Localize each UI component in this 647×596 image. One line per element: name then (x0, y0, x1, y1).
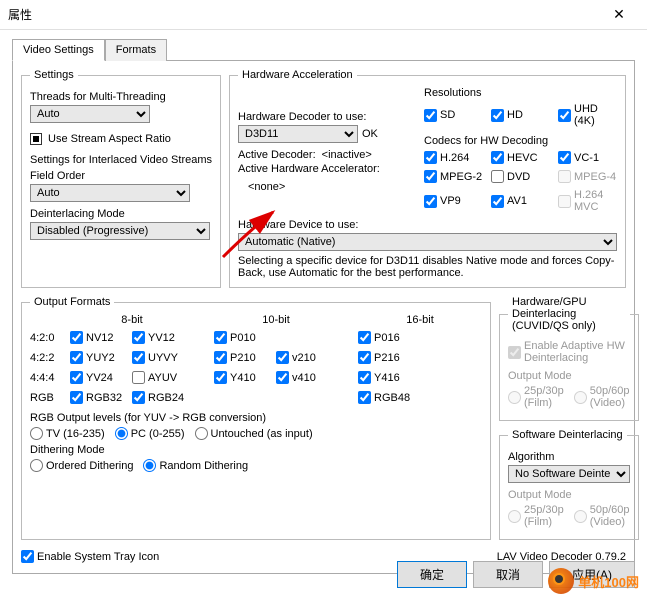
fmt-p216[interactable]: P216 (358, 351, 420, 364)
res-uhd-checkbox[interactable]: UHD (4K) (558, 103, 617, 127)
fmt-p010[interactable]: P010 (214, 331, 276, 344)
field-order-select[interactable]: Auto (30, 184, 190, 202)
fmt-rgb48[interactable]: RGB48 (358, 391, 420, 404)
sw-deint-mode-label: Output Mode (508, 489, 630, 501)
settings-group: Settings Threads for Multi-Threading Aut… (21, 69, 221, 288)
active-decoder-label: Active Decoder: (238, 149, 316, 161)
output-formats-group: Output Formats 8-bit10-bit16-bit 4:2:0 N… (21, 296, 491, 540)
checkbox-icon (30, 133, 42, 145)
tab-strip: Video Settings Formats (12, 38, 635, 61)
dialog-content: Video Settings Formats Settings Threads … (0, 30, 647, 582)
codec-mpeg4-checkbox: MPEG-4 (558, 170, 617, 183)
fmt-p210[interactable]: P210 (214, 351, 276, 364)
dither-label: Dithering Mode (30, 444, 482, 456)
codec-av1-checkbox[interactable]: AV1 (491, 189, 550, 213)
watermark: 单机100网 (548, 568, 639, 594)
stream-aspect-checkbox[interactable]: Use Stream Aspect Ratio (30, 133, 171, 145)
fmt-rgb24[interactable]: RGB24 (132, 391, 194, 404)
codec-h264-checkbox[interactable]: H.264 (424, 151, 483, 164)
ok-button[interactable]: 确定 (397, 561, 467, 588)
active-accel-label: Active Hardware Accelerator: (238, 163, 418, 175)
tray-icon-checkbox[interactable]: Enable System Tray Icon (21, 550, 159, 563)
fmt-yv12[interactable]: YV12 (132, 331, 194, 344)
fmt-rgb32[interactable]: RGB32 (70, 391, 132, 404)
fmt-y416[interactable]: Y416 (358, 371, 420, 384)
res-sd-checkbox[interactable]: SD (424, 103, 483, 127)
hw-accel-group: Hardware Acceleration Hardware Decoder t… (229, 69, 626, 288)
codec-vp9-checkbox[interactable]: VP9 (424, 189, 483, 213)
codec-dvd-checkbox[interactable]: DVD (491, 170, 550, 183)
codec-h264mvc-checkbox: H.264 MVC (558, 189, 617, 213)
titlebar: 属性 ✕ (0, 0, 647, 30)
fmt-yv24[interactable]: YV24 (70, 371, 132, 384)
dither-random-radio[interactable]: Random Dithering (143, 459, 248, 472)
close-icon[interactable]: ✕ (599, 6, 639, 23)
cancel-button[interactable]: 取消 (473, 561, 543, 588)
watermark-logo-icon (548, 568, 574, 594)
threads-select[interactable]: Auto (30, 105, 150, 123)
hw-deint-video-radio: 50p/60p (Video) (574, 385, 630, 409)
hw-device-select[interactable]: Automatic (Native) (238, 233, 617, 251)
dither-ordered-radio[interactable]: Ordered Dithering (30, 459, 133, 472)
sw-deint-video-radio: 50p/60p (Video) (574, 504, 630, 528)
res-hd-checkbox[interactable]: HD (491, 103, 550, 127)
hw-decoder-label: Hardware Decoder to use: (238, 111, 418, 123)
tab-video-settings[interactable]: Video Settings (12, 39, 105, 61)
deint-mode-label: Deinterlacing Mode (30, 208, 212, 220)
codec-hevc-checkbox[interactable]: HEVC (491, 151, 550, 164)
hw-decoder-select[interactable]: D3D11 (238, 125, 358, 143)
rgb-tv-radio[interactable]: TV (16-235) (30, 427, 105, 440)
rgb-levels-label: RGB Output levels (for YUV -> RGB conver… (30, 412, 482, 424)
codec-mpeg2-checkbox[interactable]: MPEG-2 (424, 170, 483, 183)
hw-decoder-status: OK (362, 128, 378, 140)
codec-vc1-checkbox[interactable]: VC-1 (558, 151, 617, 164)
hw-deint-mode-label: Output Mode (508, 370, 630, 382)
watermark-text: 单机100网 (578, 572, 639, 591)
field-order-label: Field Order (30, 170, 212, 182)
sw-deint-legend: Software Deinterlacing (508, 429, 627, 441)
hw-device-note: Selecting a specific device for D3D11 di… (238, 255, 617, 279)
adaptive-hw-deint-checkbox: Enable Adaptive HW Deinterlacing (508, 340, 630, 364)
rgb-pc-radio[interactable]: PC (0-255) (115, 427, 185, 440)
hw-deint-group: Hardware/GPU Deinterlacing (CUVID/QS onl… (499, 296, 639, 421)
sw-deint-group: Software Deinterlacing Algorithm No Soft… (499, 429, 639, 540)
output-formats-legend: Output Formats (30, 296, 114, 308)
fmt-v410[interactable]: v410 (276, 371, 338, 384)
sw-deint-algo-select[interactable]: No Software Deinterlacing (508, 465, 630, 483)
hw-deint-film-radio: 25p/30p (Film) (508, 385, 564, 409)
interlaced-streams-label: Settings for Interlaced Video Streams (30, 154, 212, 166)
fmt-v210[interactable]: v210 (276, 351, 338, 364)
fmt-p016[interactable]: P016 (358, 331, 420, 344)
hw-device-label: Hardware Device to use: (238, 219, 617, 231)
tab-body: Settings Threads for Multi-Threading Aut… (12, 61, 635, 574)
fmt-nv12[interactable]: NV12 (70, 331, 132, 344)
hw-accel-legend: Hardware Acceleration (238, 69, 357, 81)
fmt-uyvy[interactable]: UYVY (132, 351, 194, 364)
deint-mode-select[interactable]: Disabled (Progressive) (30, 222, 210, 240)
fmt-yuy2[interactable]: YUY2 (70, 351, 132, 364)
fmt-ayuv[interactable]: AYUV (132, 371, 194, 384)
hw-deint-legend: Hardware/GPU Deinterlacing (CUVID/QS onl… (508, 296, 630, 332)
tab-formats[interactable]: Formats (105, 39, 167, 61)
fmt-y410[interactable]: Y410 (214, 371, 276, 384)
resolutions-label: Resolutions (424, 87, 617, 99)
active-decoder-value: <inactive> (322, 149, 372, 161)
settings-legend: Settings (30, 69, 78, 81)
sw-deint-algo-label: Algorithm (508, 451, 630, 463)
active-accel-value: <none> (248, 181, 418, 193)
sw-deint-film-radio: 25p/30p (Film) (508, 504, 564, 528)
codecs-label: Codecs for HW Decoding (424, 135, 617, 147)
threads-label: Threads for Multi-Threading (30, 91, 212, 103)
rgb-untouched-radio[interactable]: Untouched (as input) (195, 427, 313, 440)
window-title: 属性 (8, 6, 599, 23)
